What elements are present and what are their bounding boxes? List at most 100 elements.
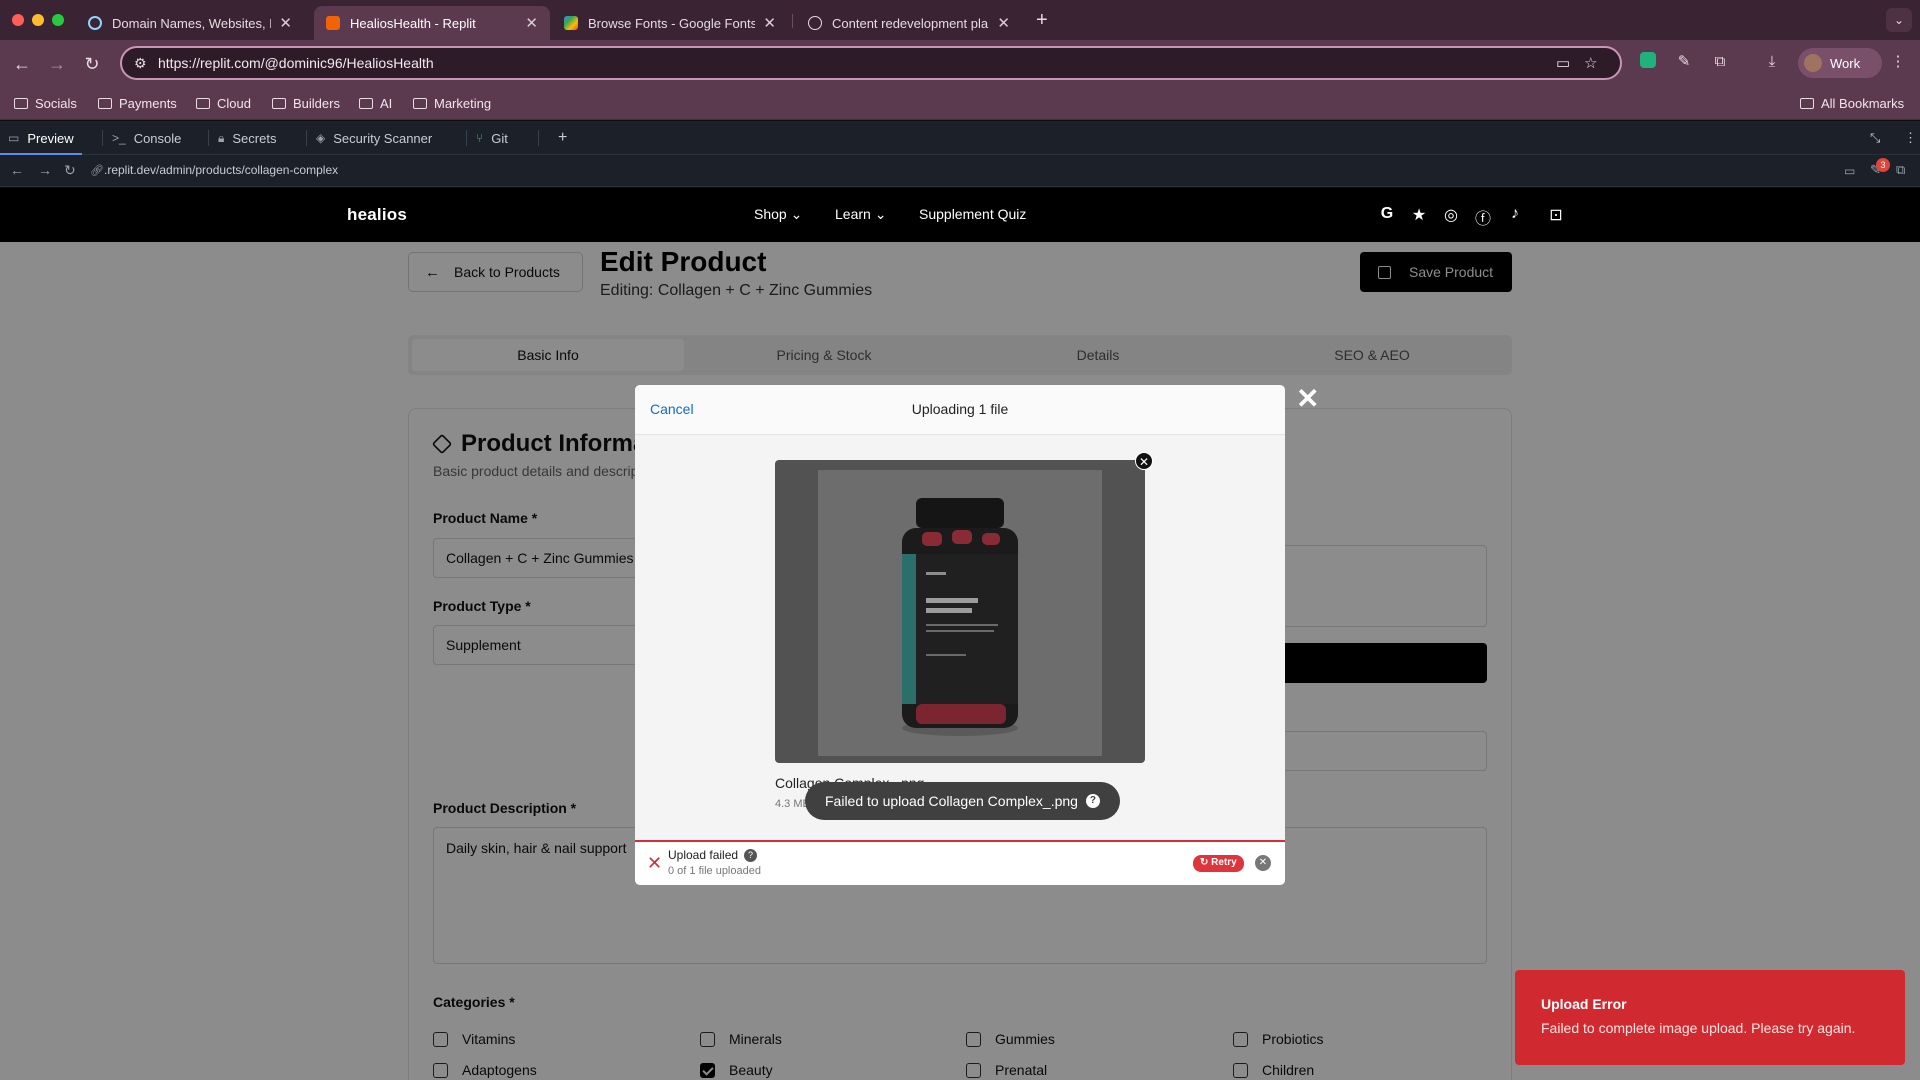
bookmark-builders[interactable]: Builders <box>272 96 340 111</box>
folder-icon <box>196 98 210 109</box>
link-icon: 🔗︎ <box>90 165 104 177</box>
error-x-icon: ✕ <box>647 853 663 873</box>
forward-arrow-icon[interactable]: → <box>38 162 52 178</box>
tab-divider <box>306 130 307 146</box>
bookmark-star-icon[interactable]: ☆ <box>1584 54 1597 72</box>
google-icon[interactable]: G <box>1377 205 1397 223</box>
star-icon[interactable]: ★ <box>1409 205 1429 225</box>
nav-supplement-quiz[interactable]: Supplement Quiz <box>919 206 1026 222</box>
close-tab-icon[interactable]: ✕ <box>997 14 1010 32</box>
browser-toolbar: ← → ↻ ⚙ https://replit.com/@dominic96/He… <box>0 40 1920 88</box>
tab-divider <box>466 130 467 146</box>
replit-favicon-icon <box>326 16 340 30</box>
tab-security-scanner[interactable]: ◈ Security Scanner <box>308 121 440 155</box>
modal-header: Cancel Uploading 1 file <box>635 385 1285 435</box>
folder-icon <box>413 98 427 109</box>
close-tab-icon[interactable]: ✕ <box>279 14 292 32</box>
tiktok-icon[interactable]: ♪ <box>1505 205 1525 223</box>
tab-divider <box>208 130 209 146</box>
help-icon: ? <box>1085 794 1100 808</box>
extension-icon[interactable] <box>1638 52 1658 72</box>
install-app-icon[interactable]: ▭ <box>1556 54 1570 72</box>
browser-tab-active[interactable]: HealiosHealth - Replit ✕ <box>314 6 550 40</box>
panel-menu-icon[interactable]: ⋮ <box>1896 121 1920 155</box>
site-settings-icon[interactable]: ⚙ <box>134 55 147 72</box>
download-icon[interactable]: ⤓ <box>1762 52 1782 72</box>
back-arrow-icon[interactable]: ← <box>10 162 24 178</box>
google-fonts-favicon-icon <box>564 16 578 30</box>
globe-favicon-icon <box>808 16 822 30</box>
forward-arrow-icon[interactable]: → <box>45 52 69 76</box>
tab-search-icon[interactable]: ⌄ <box>1886 8 1912 32</box>
browser-tab[interactable]: Domain Names, Websites, Ho ✕ <box>76 6 304 40</box>
shopping-bag-icon[interactable]: ⊡ <box>1546 205 1566 225</box>
tab-preview[interactable]: ▭ Preview <box>0 121 82 155</box>
maximize-window-button[interactable] <box>52 14 64 26</box>
back-arrow-icon[interactable]: ← <box>10 52 34 76</box>
tab-git[interactable]: ⑂ Git <box>468 121 516 155</box>
collapse-icon[interactable]: ⤡ <box>1862 121 1888 155</box>
address-bar[interactable]: ⚙ https://replit.com/@dominic96/HealiosH… <box>120 46 1622 80</box>
preview-url[interactable]: .replit.dev/admin/products/collagen-comp… <box>104 163 338 177</box>
bookmarks-bar: Socials Payments Cloud Builders AI Marke… <box>0 88 1920 120</box>
bookmark-marketing[interactable]: Marketing <box>413 96 491 111</box>
error-toast[interactable]: Upload Error Failed to complete image up… <box>1515 970 1905 1065</box>
bookmark-socials[interactable]: Socials <box>14 96 77 111</box>
retry-button[interactable]: ↻ Retry <box>1193 855 1244 872</box>
menu-kebab-icon[interactable]: ⋮ <box>1888 52 1908 72</box>
replit-tab-bar: ▭ Preview >_ Console 🔒︎ Secrets ◈ Security S… <box>0 121 1920 155</box>
terminal-icon: >_ <box>112 131 126 145</box>
address-url[interactable]: https://replit.com/@dominic96/HealiosHea… <box>158 55 434 71</box>
upload-status: Upload failed ? <box>668 848 758 862</box>
upload-count: 0 of 1 file uploaded <box>668 865 761 877</box>
git-branch-icon: ⑂ <box>476 131 484 145</box>
extensions-puzzle-icon[interactable]: ⧉ <box>1710 52 1730 72</box>
dismiss-icon[interactable]: ✕ <box>1255 855 1271 871</box>
modal-title: Uploading 1 file <box>911 401 1009 417</box>
reload-icon[interactable]: ↻ <box>64 162 76 179</box>
toast-message: Failed to complete image upload. Please … <box>1541 1020 1856 1036</box>
profile-button[interactable]: Work <box>1798 48 1882 78</box>
site-logo[interactable]: healios <box>347 205 407 225</box>
facebook-icon[interactable]: ⓕ <box>1473 205 1493 229</box>
add-tab-button[interactable]: + <box>550 121 575 155</box>
instagram-icon[interactable]: ◎ <box>1441 205 1461 225</box>
browser-tab[interactable]: Content redevelopment plan ✕ <box>796 6 1022 40</box>
help-icon[interactable]: ? <box>744 848 758 862</box>
open-new-window-icon[interactable]: ⧉ <box>1896 162 1905 178</box>
nav-learn[interactable]: Learn ⌄ <box>835 206 886 223</box>
all-bookmarks[interactable]: All Bookmarks <box>1800 96 1904 111</box>
preview-address-bar: ← → ↻ 🔗︎ .replit.dev/admin/products/coll… <box>0 155 1920 187</box>
new-tab-button[interactable]: + <box>1036 9 1048 32</box>
browser-tab[interactable]: Browse Fonts - Google Fonts ✕ <box>552 6 788 40</box>
reload-icon[interactable]: ↻ <box>80 52 104 76</box>
bookmark-ai[interactable]: AI <box>359 96 392 111</box>
close-tab-icon[interactable]: ✕ <box>763 14 776 32</box>
remove-file-icon[interactable]: ✕ <box>1135 452 1153 470</box>
shield-icon: ◈ <box>316 131 326 145</box>
monitor-icon: ▭ <box>8 131 20 145</box>
product-image <box>818 470 1102 756</box>
devices-icon[interactable]: ▭ <box>1844 164 1855 178</box>
upload-status-bar: ✕ Upload failed ? 0 of 1 file uploaded ↻… <box>635 840 1285 885</box>
bookmark-payments[interactable]: Payments <box>98 96 177 111</box>
nav-shop[interactable]: Shop ⌄ <box>754 206 802 223</box>
folder-icon <box>98 98 112 109</box>
tab-console[interactable]: >_ Console <box>104 121 189 155</box>
notification-badge: 3 <box>1876 158 1890 172</box>
close-window-button[interactable] <box>12 14 24 26</box>
bookmark-cloud[interactable]: Cloud <box>196 96 251 111</box>
upload-error-tooltip: Failed to upload Collagen Complex_.png ? <box>805 782 1120 820</box>
browser-tab-bar: Domain Names, Websites, Ho ✕ HealiosHeal… <box>0 0 1920 40</box>
folder-icon <box>14 98 28 109</box>
minimize-window-button[interactable] <box>32 14 44 26</box>
close-modal-icon[interactable]: ✕ <box>1296 382 1319 415</box>
pen-extension-icon[interactable]: ✎ <box>1674 52 1694 72</box>
folder-icon <box>272 98 286 109</box>
tab-divider <box>792 14 793 28</box>
toast-title: Upload Error <box>1541 996 1627 1012</box>
tab-secrets[interactable]: 🔒︎ Secrets <box>210 121 284 155</box>
close-tab-icon[interactable]: ✕ <box>525 14 538 32</box>
domain-favicon-icon <box>88 16 102 30</box>
folder-icon <box>1800 98 1814 109</box>
